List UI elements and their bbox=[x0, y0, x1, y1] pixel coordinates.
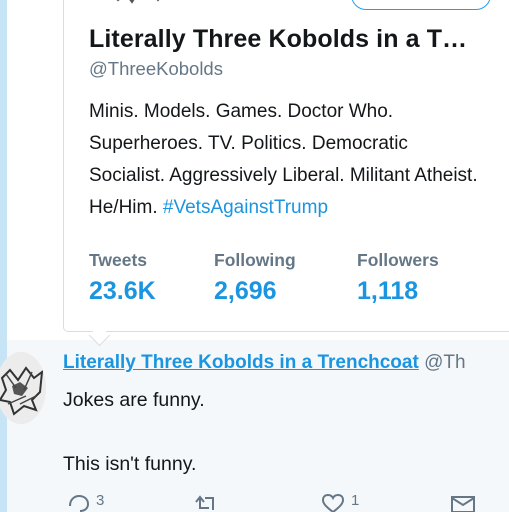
profile-handle: @ThreeKobolds bbox=[89, 58, 223, 79]
stat-tweets-value: 23.6K bbox=[89, 277, 156, 305]
profile-bio-hashtag[interactable]: #VetsAgainstTrump bbox=[163, 197, 328, 218]
stat-following-label: Following bbox=[214, 250, 296, 270]
follow-button[interactable] bbox=[351, 0, 491, 10]
tweet-author-name[interactable]: Literally Three Kobolds in a Trenchcoat bbox=[63, 352, 419, 373]
profile-name[interactable]: Literally Three Kobolds in a T… bbox=[89, 25, 467, 54]
tweet-text-spacer bbox=[63, 416, 205, 448]
message-icon bbox=[451, 496, 475, 512]
retweet-button[interactable] bbox=[193, 494, 219, 512]
stat-tweets[interactable]: Tweets 23.6K bbox=[89, 250, 156, 306]
stat-tweets-label: Tweets bbox=[89, 250, 148, 270]
tweet-text-line-1: Jokes are funny. bbox=[63, 389, 205, 411]
stat-following[interactable]: Following 2,696 bbox=[214, 250, 296, 306]
message-button[interactable] bbox=[450, 494, 476, 512]
profile-bio: Minis. Models. Games. Doctor Who. Superh… bbox=[89, 96, 479, 224]
like-icon bbox=[321, 494, 345, 512]
like-button[interactable]: 1 bbox=[321, 492, 360, 512]
stat-followers-value: 1,118 bbox=[357, 277, 419, 305]
stat-followers[interactable]: Followers 1,118 bbox=[357, 250, 439, 306]
tweet-actions: 3 1 bbox=[63, 492, 509, 512]
profile-card-avatar[interactable] bbox=[108, 0, 168, 6]
reply-count: 3 bbox=[96, 492, 105, 509]
tweet-text: Jokes are funny. This isn't funny. bbox=[63, 384, 205, 480]
profile-stats: Tweets 23.6K Following 2,696 Followers 1… bbox=[0, 250, 509, 310]
tweet-author-handle[interactable]: @Th bbox=[424, 352, 465, 373]
reply-icon bbox=[69, 494, 90, 512]
tweet-text-line-2: This isn't funny. bbox=[63, 453, 197, 475]
stat-following-value: 2,696 bbox=[214, 277, 277, 305]
tweet-header: Literally Three Kobolds in a Trenchcoat … bbox=[63, 352, 466, 374]
stat-followers-label: Followers bbox=[357, 250, 439, 270]
like-count: 1 bbox=[351, 492, 360, 509]
retweet-icon bbox=[195, 495, 214, 510]
reply-button[interactable]: 3 bbox=[68, 492, 105, 512]
